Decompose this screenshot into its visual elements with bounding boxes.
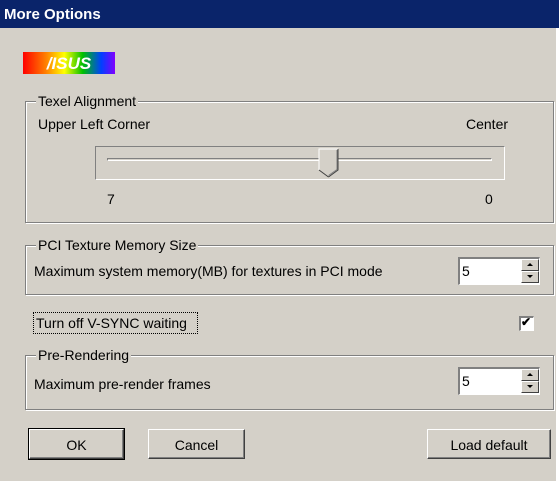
pci-memory-value[interactable]	[462, 262, 512, 280]
center-label: Center	[466, 116, 509, 132]
texel-slider-thumb[interactable]	[318, 148, 340, 178]
texel-max-value: 0	[485, 191, 493, 207]
texel-alignment-legend: Texel Alignment	[36, 92, 139, 110]
texel-slider-track[interactable]	[107, 158, 492, 161]
texel-min-value: 7	[107, 191, 115, 207]
pci-texture-memory-legend: PCI Texture Memory Size	[36, 236, 199, 254]
cancel-button[interactable]: Cancel	[148, 429, 245, 459]
ok-button[interactable]: OK	[28, 428, 125, 460]
arrow-down-icon	[527, 275, 533, 278]
arrow-up-icon	[527, 373, 533, 376]
pre-render-value[interactable]	[462, 372, 512, 390]
pci-memory-down-button[interactable]	[521, 271, 539, 283]
vsync-label[interactable]: Turn off V-SYNC waiting	[36, 314, 187, 332]
pci-memory-up-button[interactable]	[521, 259, 539, 271]
title-bar[interactable]: More Options	[0, 0, 559, 28]
pre-render-up-button[interactable]	[521, 369, 539, 381]
upper-left-corner-label: Upper Left Corner	[38, 116, 151, 132]
pci-memory-label: Maximum system memory(MB) for textures i…	[34, 263, 383, 279]
arrow-down-icon	[527, 385, 533, 388]
pre-rendering-legend: Pre-Rendering	[36, 346, 132, 364]
asus-logo: /ISUS	[23, 52, 115, 74]
window-title: More Options	[4, 6, 101, 23]
pre-render-down-button[interactable]	[521, 381, 539, 393]
texel-slider-frame	[95, 146, 505, 180]
pre-render-spinner[interactable]	[458, 367, 540, 395]
vsync-checkbox[interactable]: ✔	[519, 315, 534, 331]
pci-memory-spinner[interactable]	[458, 257, 540, 285]
load-default-button[interactable]: Load default	[427, 429, 551, 459]
checkmark-icon: ✔	[521, 315, 532, 329]
svg-text:/ISUS: /ISUS	[46, 54, 92, 73]
pre-render-frames-label: Maximum pre-render frames	[34, 376, 211, 392]
arrow-up-icon	[527, 263, 533, 266]
